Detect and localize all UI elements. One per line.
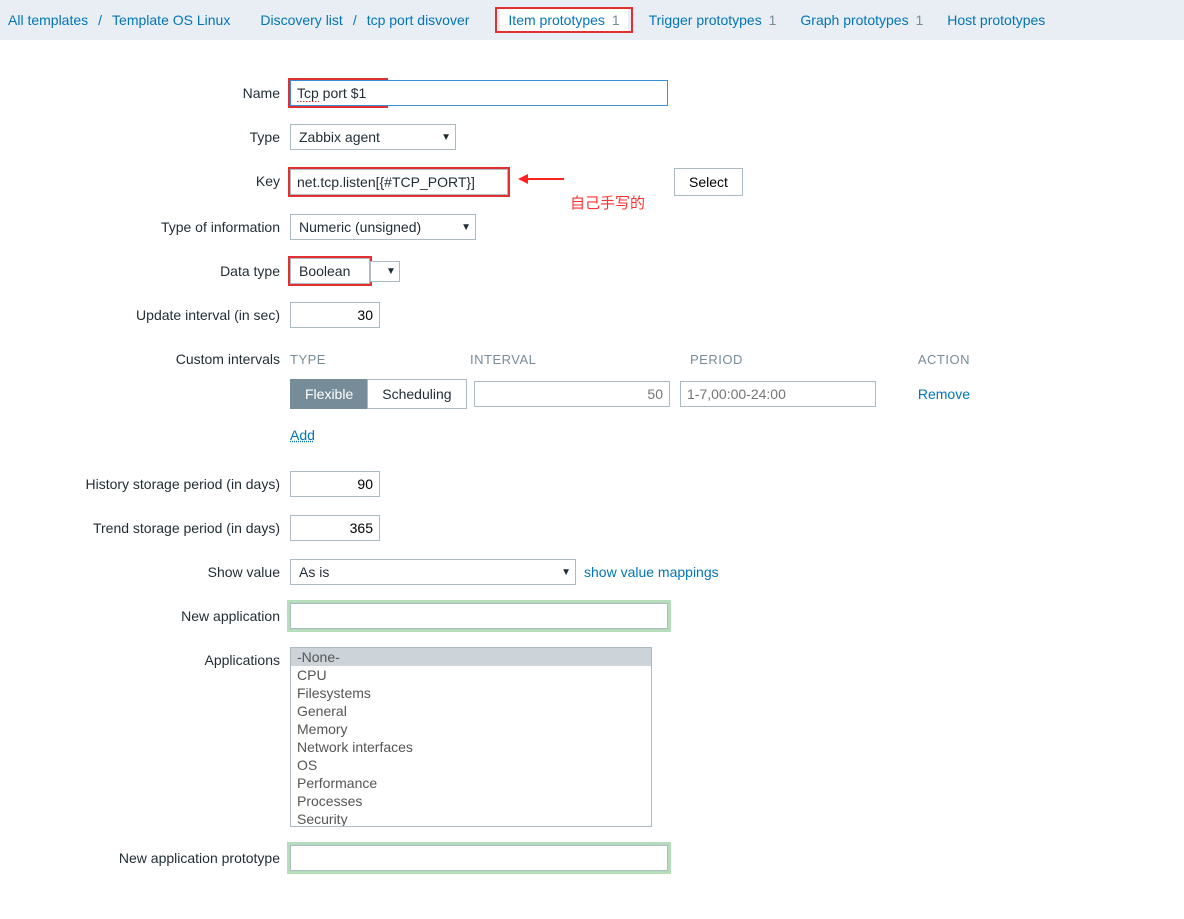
list-item[interactable]: Security (291, 810, 651, 827)
label-applications: Applications (0, 647, 290, 668)
list-item[interactable]: Processes (291, 792, 651, 810)
col-type: TYPE (290, 352, 470, 367)
applications-listbox[interactable]: -None-CPUFilesystemsGeneralMemoryNetwork… (290, 647, 652, 827)
breadcrumb-separator: / (96, 12, 104, 28)
add-interval-link[interactable]: Add (290, 427, 315, 443)
list-item[interactable]: Performance (291, 774, 651, 792)
intervals-row: Flexible Scheduling Remove (290, 379, 970, 409)
tab-trigger-prototypes[interactable]: Trigger prototypes 1 (643, 8, 783, 32)
name-input[interactable]: Tcp port $1 (290, 80, 668, 106)
list-item[interactable]: OS (291, 756, 651, 774)
label-new-app: New application (0, 603, 290, 624)
show-value-mappings-link[interactable]: show value mappings (584, 564, 719, 580)
interval-input[interactable] (474, 381, 670, 407)
col-period: PERIOD (690, 352, 900, 367)
arrow-icon (518, 170, 566, 188)
label-new-app-proto: New application prototype (0, 845, 290, 866)
period-input[interactable] (680, 381, 876, 407)
tab-label: Graph prototypes (800, 12, 908, 28)
annotation-note: 自己手写的 (570, 192, 645, 213)
label-trend: Trend storage period (in days) (0, 515, 290, 536)
label-data-type: Data type (0, 258, 290, 279)
col-interval: INTERVAL (470, 352, 680, 367)
tab-graph-prototypes[interactable]: Graph prototypes 1 (794, 8, 929, 32)
type-value: Zabbix agent (299, 129, 380, 145)
chevron-down-icon: ▼ (461, 222, 471, 233)
breadcrumb-tabs-bar: All templates / Template OS Linux Discov… (0, 0, 1184, 40)
show-value-value: As is (299, 564, 329, 580)
label-show-value: Show value (0, 559, 290, 580)
data-type-value: Boolean (299, 263, 350, 279)
label-history: History storage period (in days) (0, 471, 290, 492)
scheduling-button[interactable]: Scheduling (367, 379, 466, 409)
label-update-interval: Update interval (in sec) (0, 302, 290, 323)
highlight-box-item-prototypes: Item prototypes 1 (497, 9, 630, 31)
breadcrumb-discovery-list[interactable]: Discovery list (256, 10, 346, 30)
label-key: Key (0, 168, 290, 189)
name-text-prefix: Tcp (297, 85, 319, 102)
list-item[interactable]: -None- (291, 648, 651, 666)
interval-type-toggle: Flexible Scheduling (290, 379, 460, 409)
key-value: net.tcp.listen[{#TCP_PORT}] (297, 174, 475, 190)
data-type-select[interactable]: Boolean (290, 258, 370, 284)
list-item[interactable]: Memory (291, 720, 651, 738)
breadcrumb-rule[interactable]: tcp port disvover (363, 10, 474, 30)
label-name: Name (0, 80, 290, 101)
info-type-value: Numeric (unsigned) (299, 219, 421, 235)
select-button[interactable]: Select (674, 168, 743, 196)
remove-link[interactable]: Remove (918, 386, 970, 402)
chevron-down-icon: ▼ (441, 132, 451, 143)
history-input[interactable] (290, 471, 380, 497)
trend-input[interactable] (290, 515, 380, 541)
info-type-select[interactable]: Numeric (unsigned) ▼ (290, 214, 476, 240)
form-area: Name Tcp port $1 Type Zabbix agent ▼ Key… (0, 40, 1184, 919)
tab-count: 1 (915, 12, 923, 28)
tab-label: Host prototypes (947, 12, 1045, 28)
list-item[interactable]: Network interfaces (291, 738, 651, 756)
label-type: Type (0, 124, 290, 145)
type-select[interactable]: Zabbix agent ▼ (290, 124, 456, 150)
tab-item-prototypes[interactable]: Item prototypes 1 (500, 8, 627, 32)
chevron-down-icon: ▼ (386, 266, 396, 277)
tab-group: Item prototypes 1 Trigger prototypes 1 G… (497, 8, 1051, 32)
name-text-suffix: port $1 (319, 85, 366, 101)
breadcrumb-template[interactable]: Template OS Linux (108, 10, 234, 30)
tab-host-prototypes[interactable]: Host prototypes (941, 8, 1051, 32)
list-item[interactable]: CPU (291, 666, 651, 684)
chevron-down-icon: ▼ (561, 567, 571, 578)
list-item[interactable]: Filesystems (291, 684, 651, 702)
new-application-prototype-input[interactable] (290, 845, 668, 871)
show-value-select[interactable]: As is ▼ (290, 559, 576, 585)
key-input[interactable]: net.tcp.listen[{#TCP_PORT}] (290, 169, 508, 195)
tab-count: 1 (769, 12, 777, 28)
flexible-button[interactable]: Flexible (290, 379, 367, 409)
tab-count: 1 (612, 12, 620, 28)
intervals-header: TYPE INTERVAL PERIOD ACTION (290, 346, 970, 379)
update-interval-input[interactable] (290, 302, 380, 328)
new-application-input[interactable] (290, 603, 668, 629)
breadcrumb-separator: / (351, 12, 359, 28)
breadcrumb-all-templates[interactable]: All templates (4, 10, 92, 30)
intervals-panel: TYPE INTERVAL PERIOD ACTION Flexible Sch… (290, 346, 970, 443)
tab-label: Item prototypes (508, 12, 605, 28)
label-info-type: Type of information (0, 214, 290, 235)
data-type-caret[interactable]: ▼ (370, 261, 400, 282)
tab-label: Trigger prototypes (649, 12, 762, 28)
label-custom-intervals: Custom intervals (0, 346, 290, 367)
highlight-box-datatype: Boolean (290, 258, 370, 284)
col-action: ACTION (900, 352, 970, 367)
list-item[interactable]: General (291, 702, 651, 720)
